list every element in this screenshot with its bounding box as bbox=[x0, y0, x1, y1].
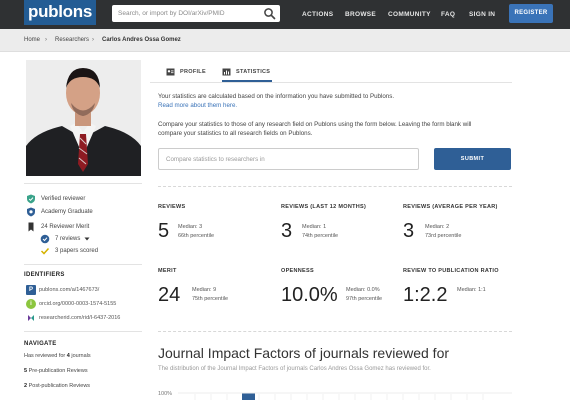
bookmark-icon bbox=[28, 222, 34, 232]
dashed-divider bbox=[158, 331, 512, 332]
search-input[interactable] bbox=[112, 5, 260, 22]
jif-chart-ytick: 100% bbox=[158, 391, 172, 397]
compare-field-input[interactable] bbox=[159, 149, 418, 169]
nav-pre-publication-reviews[interactable]: 5 Pre-publication Reviews bbox=[24, 368, 88, 374]
register-button[interactable]: REGISTER bbox=[509, 4, 553, 23]
stat-reviews12-label: REVIEWS (LAST 12 MONTHS) bbox=[281, 204, 367, 210]
stat-openness-value: 10.0% bbox=[281, 284, 338, 306]
orcid-icon: i bbox=[26, 299, 36, 309]
stat-merit-label: MERIT bbox=[158, 268, 177, 274]
stat-reviews-median: Median: 3 bbox=[178, 224, 203, 230]
breadcrumb: Home › Researchers › Carlos Andres Ossa … bbox=[0, 29, 570, 52]
stat-reviews-value: 5 bbox=[158, 220, 170, 242]
search-box bbox=[112, 5, 280, 22]
stat-merit-median: Median: 9 bbox=[192, 287, 217, 293]
stat-openness-percentile: 97th percentile bbox=[346, 296, 383, 302]
nav-sign-in[interactable]: SIGN IN bbox=[469, 0, 495, 29]
divider bbox=[24, 331, 142, 332]
search-icon[interactable] bbox=[263, 7, 276, 20]
avatar bbox=[26, 60, 141, 176]
jif-section-description: The distribution of the Journal Impact F… bbox=[158, 366, 431, 372]
stat-reviews12-value: 3 bbox=[281, 220, 293, 242]
stat-reviews-avg-label: REVIEWS (AVERAGE PER YEAR) bbox=[403, 204, 498, 210]
publons-p-icon: P bbox=[26, 285, 36, 295]
nav-browse[interactable]: BROWSE bbox=[345, 0, 376, 29]
dashed-divider bbox=[158, 186, 512, 187]
chevron-right-icon: › bbox=[45, 37, 47, 43]
divider bbox=[24, 183, 142, 184]
stat-ratio-label: REVIEW TO PUBLICATION RATIO bbox=[403, 268, 499, 274]
stat-reviews-label: REVIEWS bbox=[158, 204, 186, 210]
publons-logo[interactable]: publons bbox=[24, 0, 96, 25]
stat-ratio-value: 1:2.2 bbox=[403, 284, 448, 306]
nav-faq[interactable]: FAQ bbox=[441, 0, 455, 29]
profile-photo bbox=[26, 60, 141, 176]
nav-journals-reviewed[interactable]: Has reviewed for 4 journals bbox=[24, 353, 91, 359]
top-navbar: publons ACTIONS BROWSE COMMUNITY FAQ SIG… bbox=[0, 0, 570, 29]
breadcrumb-current: Carlos Andres Ossa Gomez bbox=[102, 37, 181, 43]
read-more-link[interactable]: Read more about them here. bbox=[158, 101, 518, 110]
jif-bar bbox=[242, 393, 255, 400]
stat-reviews-avg-value: 3 bbox=[403, 220, 415, 242]
nav-post-publication-reviews[interactable]: 2 Post-publication Reviews bbox=[24, 383, 90, 389]
stat-openness-median: Median: 0.0% bbox=[346, 287, 380, 293]
check-circle-icon bbox=[40, 234, 50, 244]
academy-shield-icon bbox=[27, 207, 35, 217]
stats-intro: Your statistics are calculated based on … bbox=[158, 92, 518, 110]
chevron-right-icon: › bbox=[92, 37, 94, 43]
tab-divider bbox=[150, 82, 512, 83]
researcherid-icon bbox=[26, 313, 36, 323]
stat-reviews-percentile: 66th percentile bbox=[178, 233, 215, 239]
nav-actions[interactable]: ACTIONS bbox=[302, 0, 333, 29]
divider bbox=[24, 264, 142, 265]
nav-community[interactable]: COMMUNITY bbox=[388, 0, 431, 29]
identifiers-heading: IDENTIFIERS bbox=[24, 272, 65, 278]
stat-reviews12-median: Median: 1 bbox=[302, 224, 327, 230]
verified-shield-icon bbox=[27, 194, 35, 204]
stat-ratio-median: Median: 1:1 bbox=[457, 287, 486, 293]
jif-chart: 100% bbox=[158, 391, 512, 400]
compare-instructions: Compare your statistics to those of any … bbox=[158, 121, 472, 137]
navigate-heading: NAVIGATE bbox=[24, 341, 57, 347]
bar-chart-icon bbox=[222, 68, 231, 76]
stat-openness-label: OPENNESS bbox=[281, 268, 314, 274]
check-icon bbox=[40, 247, 50, 255]
breadcrumb-researchers[interactable]: Researchers bbox=[55, 29, 89, 52]
compare-field-box bbox=[158, 148, 419, 170]
submit-button[interactable]: SUBMIT bbox=[434, 148, 511, 170]
stat-merit-value: 24 bbox=[158, 284, 181, 306]
stat-reviews-avg-median: Median: 2 bbox=[425, 224, 450, 230]
id-card-icon bbox=[166, 68, 175, 76]
stat-reviews12-percentile: 74th percentile bbox=[302, 233, 339, 239]
breadcrumb-home[interactable]: Home bbox=[24, 29, 40, 52]
stat-reviews-avg-percentile: 73rd percentile bbox=[425, 233, 462, 239]
jif-section-title: Journal Impact Factors of journals revie… bbox=[158, 345, 450, 361]
stat-merit-percentile: 75th percentile bbox=[192, 296, 229, 302]
caret-down-icon[interactable] bbox=[84, 236, 90, 242]
